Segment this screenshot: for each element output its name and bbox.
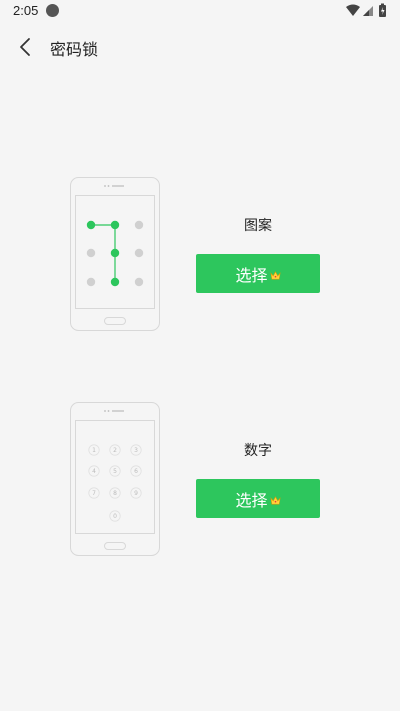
number-lock-illustration: 1 2 3 4 5 6 7 8 9 0	[70, 402, 160, 556]
status-bar: 2:05	[0, 0, 400, 24]
keypad-key-label: 7	[92, 490, 96, 497]
keypad-key-label: 9	[134, 490, 138, 497]
select-button-label: 选择	[235, 265, 268, 285]
option-label-pattern: 图案	[244, 218, 272, 234]
notification-dot-icon	[46, 4, 59, 17]
signal-icon	[363, 6, 373, 16]
keypad-key-label: 3	[134, 447, 138, 454]
wifi-icon	[346, 4, 360, 16]
select-pattern-button[interactable]: 选择	[196, 254, 320, 293]
crown-icon	[269, 271, 281, 280]
option-label-number: 数字	[244, 443, 272, 459]
keypad-key-label: 8	[113, 490, 117, 497]
crown-icon	[269, 496, 281, 505]
keypad-key-label: 6	[134, 468, 138, 475]
select-number-button[interactable]: 选择	[196, 479, 320, 518]
back-arrow-icon	[20, 38, 30, 56]
page-title: 密码锁	[50, 40, 99, 59]
pattern-lock-illustration	[70, 177, 160, 331]
keypad-key-label: 4	[92, 468, 96, 475]
status-icons	[346, 3, 386, 17]
keypad-key-label: 5	[113, 468, 117, 475]
keypad-key-label: 2	[113, 447, 117, 454]
keypad-key-label: 1	[92, 447, 96, 454]
keypad-key-label: 0	[113, 513, 117, 520]
status-time: 2:05	[13, 3, 39, 18]
select-button-label: 选择	[235, 490, 268, 510]
battery-icon	[379, 3, 386, 17]
app-bar: 密码锁	[0, 24, 400, 70]
keypad: 1 2 3 4 5 6 7 8 9 0	[88, 444, 142, 522]
back-button[interactable]	[10, 32, 40, 62]
